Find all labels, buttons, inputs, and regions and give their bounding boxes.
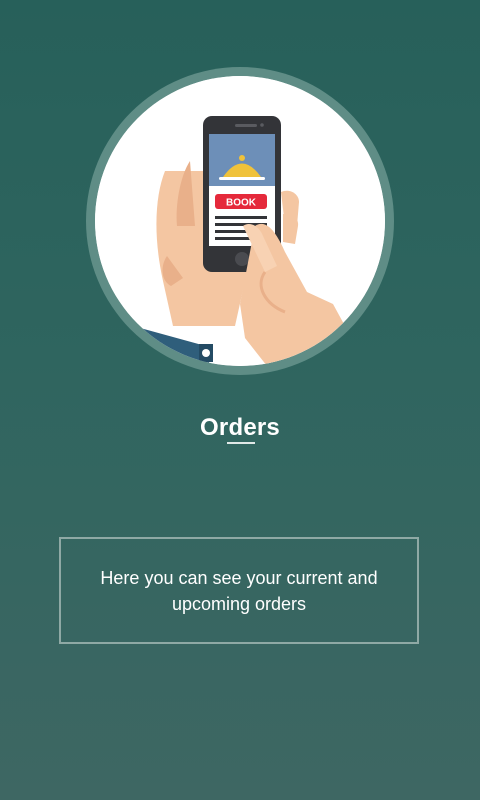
title-underline [227,442,255,444]
phone-booking-illustration: BOOK [95,76,385,366]
hero-illustration-ring: BOOK [86,67,394,375]
info-box: Here you can see your current and upcomi… [59,537,419,644]
svg-text:BOOK: BOOK [226,198,257,209]
page-title: Orders [200,414,280,441]
cufflink-icon [202,349,210,357]
info-text: Here you can see your current and upcomi… [100,567,378,614]
hero-illustration-circle: BOOK [95,76,385,366]
title-container: Orders [0,414,480,442]
